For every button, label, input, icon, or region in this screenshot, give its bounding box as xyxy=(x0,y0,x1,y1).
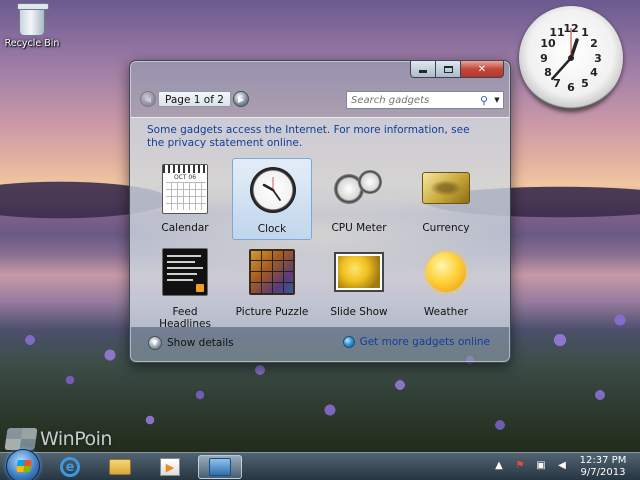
svg-text:11: 11 xyxy=(549,26,564,39)
cpu-meter-icon xyxy=(334,170,384,208)
gadget-tile-currency[interactable]: Currency xyxy=(406,158,486,240)
gadget-tile-clock[interactable]: Clock xyxy=(232,158,312,240)
title-bar[interactable]: ✕ xyxy=(130,61,510,83)
maximize-icon xyxy=(443,65,453,73)
svg-text:3: 3 xyxy=(594,52,602,65)
watermark-text: WinPoin xyxy=(40,428,112,450)
rss-icon xyxy=(196,284,204,292)
recycle-bin-label: Recycle Bin xyxy=(4,38,60,49)
svg-text:6: 6 xyxy=(567,81,575,94)
next-page-button[interactable]: ▶ xyxy=(232,91,249,107)
pager: ◀ Page 1 of 2 ▶ xyxy=(140,91,249,107)
search-box: ⚲ ▼ xyxy=(346,91,504,109)
get-more-gadgets-link[interactable]: Get more gadgets online xyxy=(342,336,490,348)
gadgets-footer: ▼ Show details Get more gadgets online xyxy=(130,329,510,362)
arrow-left-icon: ◀ xyxy=(144,94,152,104)
minimize-button[interactable] xyxy=(410,61,436,78)
gadget-label: Slide Show xyxy=(330,306,388,318)
svg-text:4: 4 xyxy=(590,66,598,79)
search-icon[interactable]: ⚲ xyxy=(477,94,491,107)
gadget-tile-calendar[interactable]: OCT 06 Calendar xyxy=(145,158,225,240)
svg-text:2: 2 xyxy=(590,37,598,50)
winpoin-logo-icon xyxy=(4,428,38,450)
gadget-label: Clock xyxy=(257,223,287,235)
taskbar-internet-explorer[interactable]: e xyxy=(48,455,92,479)
gadget-tile-cpu-meter[interactable]: CPU Meter xyxy=(319,158,399,240)
taskbar: e ▶ ▲ ⚑ ▣ ◀ 12:37 PM 9/7/2013 xyxy=(0,449,640,480)
maximize-button[interactable] xyxy=(436,61,461,78)
slide-show-icon xyxy=(334,252,384,292)
gadget-tile-picture-puzzle[interactable]: Picture Puzzle xyxy=(232,242,312,324)
search-input[interactable] xyxy=(347,94,477,106)
gadget-label: Currency xyxy=(422,222,470,234)
taskbar-date: 9/7/2013 xyxy=(580,467,626,478)
memory-gauge-icon xyxy=(358,170,382,194)
taskbar-time: 12:37 PM xyxy=(579,455,627,466)
previous-page-button[interactable]: ◀ xyxy=(140,91,156,107)
picture-puzzle-icon xyxy=(249,249,295,295)
taskbar-windows-explorer[interactable] xyxy=(98,455,142,479)
calendar-thumb-grid xyxy=(166,182,206,210)
page-indicator: Page 1 of 2 xyxy=(158,91,231,107)
show-details-button[interactable]: ▼ Show details xyxy=(148,336,234,350)
winpoin-watermark: WinPoin xyxy=(4,428,112,450)
gadgets-gallery: Some gadgets access the Internet. For mo… xyxy=(131,117,509,330)
caption-buttons: ✕ xyxy=(410,61,504,78)
gadget-tile-feed-headlines[interactable]: Feed Headlines xyxy=(145,242,225,330)
clock-face: 12 12 345 678 91011 xyxy=(540,22,602,94)
windows-logo-icon xyxy=(16,460,32,472)
gadget-label: Picture Puzzle xyxy=(235,306,309,318)
search-dropdown-icon[interactable]: ▼ xyxy=(491,96,503,104)
close-icon: ✕ xyxy=(477,63,487,75)
svg-text:7: 7 xyxy=(553,77,561,90)
show-hidden-icons-icon[interactable]: ▲ xyxy=(493,460,505,471)
calendar-icon: OCT 06 xyxy=(162,164,208,214)
action-center-flag-icon[interactable]: ⚑ xyxy=(514,460,526,471)
svg-text:1: 1 xyxy=(581,26,589,39)
gadget-label: Calendar xyxy=(161,222,209,234)
calendar-thumb-month: OCT 06 xyxy=(173,174,197,181)
notice-text: Some gadgets access the Internet. For mo… xyxy=(147,124,452,136)
taskbar-clock[interactable]: 12:37 PM 9/7/2013 xyxy=(574,455,632,479)
volume-icon[interactable]: ◀ xyxy=(556,460,568,471)
notification-area: ▲ ⚑ ▣ ◀ xyxy=(493,460,568,471)
clock-thumb-hands xyxy=(262,177,281,201)
clock-minute-hand xyxy=(551,56,573,81)
recycle-bin-icon xyxy=(17,3,49,36)
network-icon[interactable]: ▣ xyxy=(535,460,547,471)
arrow-right-icon: ▶ xyxy=(237,94,244,104)
gadgets-icon xyxy=(209,458,231,476)
weather-icon xyxy=(426,252,466,292)
taskbar-media-player[interactable]: ▶ xyxy=(148,455,192,479)
svg-text:9: 9 xyxy=(540,52,548,65)
show-details-label: Show details xyxy=(167,337,234,349)
gadget-tile-slide-show[interactable]: Slide Show xyxy=(319,242,399,324)
gadget-label: Feed Headlines xyxy=(159,306,211,330)
taskbar-gadgets[interactable] xyxy=(198,455,242,479)
chevron-down-icon: ▼ xyxy=(148,336,162,350)
close-button[interactable]: ✕ xyxy=(461,61,504,78)
internet-notice: Some gadgets access the Internet. For mo… xyxy=(147,124,487,150)
gadget-label: CPU Meter xyxy=(331,222,387,234)
clock-icon xyxy=(250,167,296,213)
currency-icon xyxy=(422,172,470,204)
folder-icon xyxy=(109,459,131,475)
feed-headlines-icon xyxy=(162,248,208,296)
minimize-icon xyxy=(419,70,427,73)
desktop-clock-gadget[interactable]: 12 1 2 345 678 9 10 11 xyxy=(519,6,623,110)
gadget-tile-weather[interactable]: Weather xyxy=(406,242,486,324)
svg-text:8: 8 xyxy=(544,66,552,79)
internet-explorer-icon: e xyxy=(60,457,80,477)
globe-icon xyxy=(342,336,355,348)
gadgets-toolbar: ◀ Page 1 of 2 ▶ ⚲ ▼ xyxy=(138,89,504,111)
get-more-gadgets-label: Get more gadgets online xyxy=(359,336,490,348)
media-player-icon: ▶ xyxy=(160,458,180,476)
svg-text:5: 5 xyxy=(581,77,589,90)
gadget-label: Weather xyxy=(423,306,469,318)
gadgets-window[interactable]: ✕ ◀ Page 1 of 2 ▶ ⚲ ▼ Some gadgets acces… xyxy=(129,60,511,363)
recycle-bin-shortcut[interactable]: Recycle Bin xyxy=(4,3,60,49)
start-button[interactable] xyxy=(6,449,40,480)
